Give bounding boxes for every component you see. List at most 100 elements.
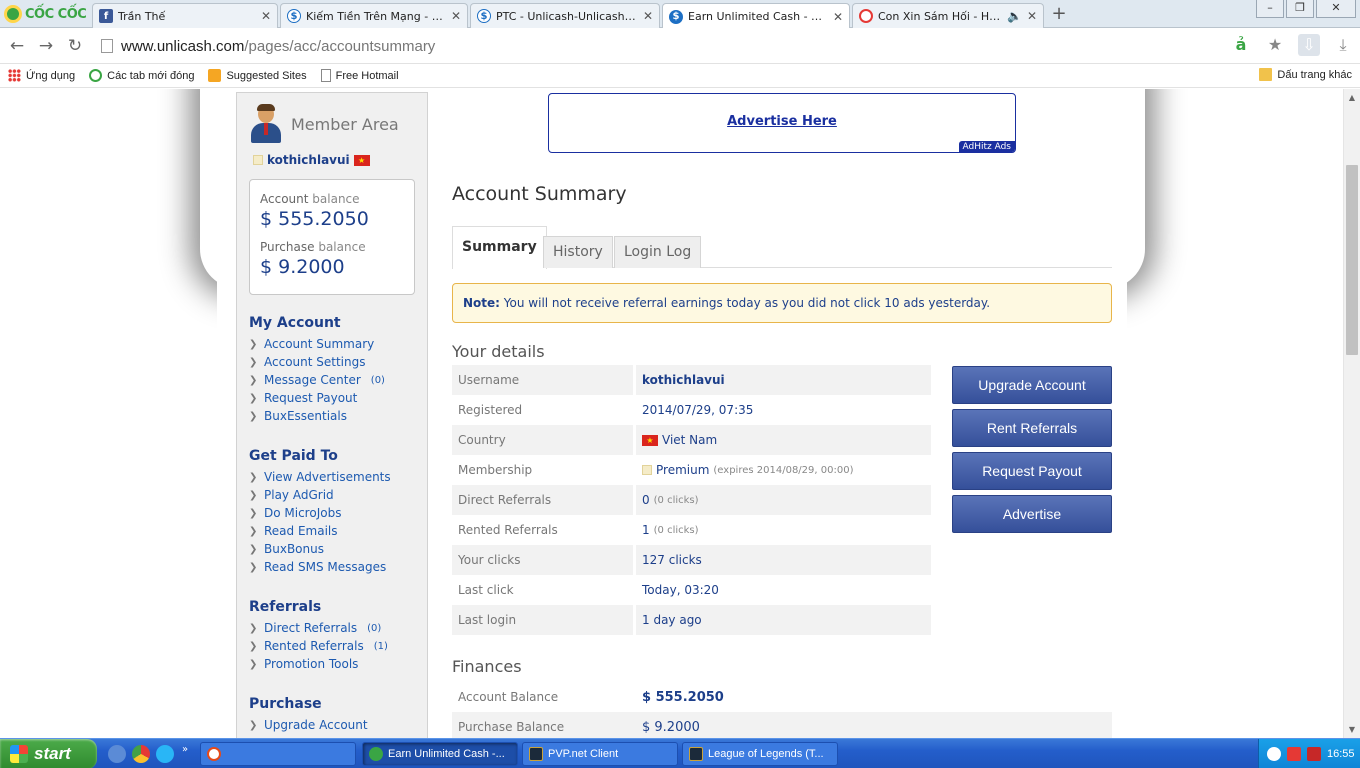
sidebar-item-buxbonus[interactable]: ❯ BuxBonus — [249, 540, 391, 558]
request-payout-button[interactable]: Request Payout — [952, 452, 1112, 490]
close-tab-icon[interactable]: ✕ — [643, 9, 653, 23]
network-icon[interactable] — [1287, 747, 1301, 761]
advertise-here-link[interactable]: Advertise Here — [549, 114, 1015, 129]
sidebar-item-buxessentials[interactable]: ❯ BuxEssentials — [249, 407, 385, 425]
scroll-up-icon[interactable]: ▲ — [1344, 89, 1360, 106]
account-balance-value: $ 555.2050 — [260, 208, 369, 230]
bookmark-recent-tabs[interactable]: Các tab mới đóng — [89, 69, 194, 82]
taskbar-item-earn-unlimited-cash[interactable]: Earn Unlimited Cash -... — [362, 742, 518, 766]
page-scrollbar[interactable]: ▲ ▼ — [1343, 89, 1360, 738]
close-window-button[interactable]: ✕ — [1316, 0, 1356, 18]
browser-brand: CỐC CỐC — [25, 6, 87, 22]
quicklaunch-more-icon[interactable]: » — [182, 744, 188, 755]
row-label: Country — [452, 425, 636, 455]
membership-link[interactable]: Premium — [656, 463, 709, 477]
row-value: $ 555.2050 — [642, 689, 724, 705]
tab-title: Trần Thế — [118, 9, 166, 23]
close-tab-icon[interactable]: ✕ — [451, 9, 461, 23]
minimize-button[interactable]: – — [1256, 0, 1284, 18]
antivirus-icon[interactable] — [1307, 747, 1321, 761]
scroll-down-icon[interactable]: ▼ — [1344, 721, 1360, 738]
sidebar-item-rented-referrals[interactable]: ❯ Rented Referrals (1) — [249, 637, 388, 655]
chevron-right-icon: ❯ — [249, 392, 258, 404]
chrome-icon[interactable] — [132, 745, 150, 763]
close-tab-icon[interactable]: ✕ — [833, 10, 843, 24]
forward-button[interactable]: → — [35, 35, 57, 57]
bookmark-apps[interactable]: Ứng dụng — [8, 69, 75, 82]
new-tab-button[interactable]: + — [1046, 4, 1072, 24]
vietnamese-input-icon[interactable]: ả — [1230, 34, 1252, 56]
sidebar-item-direct-referrals[interactable]: ❯ Direct Referrals (0) — [249, 619, 388, 637]
clock[interactable]: 16:55 — [1327, 748, 1355, 760]
scroll-thumb[interactable] — [1346, 165, 1358, 355]
browser-tab-5[interactable]: Con Xin Sám Hối - Hồ Qua 🔈 ✕ — [852, 3, 1044, 28]
taskbar-item-pvp-client[interactable]: PVP.net Client — [522, 742, 678, 766]
media-download-icon[interactable]: ⇩ — [1298, 34, 1320, 56]
browser-tab-3[interactable]: $ PTC - Unlicash-Unlicash.com, ✕ — [470, 3, 660, 28]
back-button[interactable]: ← — [6, 35, 28, 57]
tab-history[interactable]: History — [543, 236, 613, 268]
bookmark-suggested-sites[interactable]: Suggested Sites — [208, 69, 307, 82]
chevron-right-icon: ❯ — [249, 719, 258, 731]
show-desktop-icon[interactable] — [108, 745, 126, 763]
chevron-right-icon: ❯ — [249, 561, 258, 573]
row-value: 127 clicks — [642, 553, 702, 567]
other-bookmarks[interactable]: Dấu trang khác — [1259, 68, 1352, 81]
adhitz-ads-tag[interactable]: AdHitz Ads — [958, 141, 1015, 152]
sidebar-item-message-center[interactable]: ❯ Message Center (0) — [249, 371, 385, 389]
direct-referrals-link[interactable]: 0 — [642, 493, 650, 507]
tab-summary[interactable]: Summary — [452, 226, 547, 269]
bookmark-free-hotmail[interactable]: Free Hotmail — [320, 69, 399, 82]
table-row: Your clicks 127 clicks — [452, 545, 931, 575]
restore-button[interactable]: ❐ — [1286, 0, 1314, 18]
url-field[interactable]: www.unlicash.com /pages/acc/accountsumma… — [95, 32, 1285, 60]
tray-arrow-icon[interactable] — [1267, 747, 1281, 761]
sidebar-item-promotion-tools[interactable]: ❯ Promotion Tools — [249, 655, 388, 673]
sidebar-item-microjobs[interactable]: ❯ Do MicroJobs — [249, 504, 391, 522]
suggested-sites-icon — [208, 69, 222, 82]
table-row: Membership Premium (expires 2014/08/29, 0… — [452, 455, 931, 485]
advertise-button[interactable]: Advertise — [952, 495, 1112, 533]
league-icon — [689, 747, 703, 761]
windows-taskbar: start » Earn Unlimited Cash -... PVP.net… — [0, 738, 1360, 768]
browser-logo[interactable]: CỐC CỐC — [0, 0, 90, 28]
chevron-right-icon: ❯ — [249, 507, 258, 519]
internet-explorer-icon[interactable] — [156, 745, 174, 763]
close-tab-icon[interactable]: ✕ — [261, 9, 271, 23]
sidebar-item-request-payout[interactable]: ❯ Request Payout — [249, 389, 385, 407]
username-link[interactable]: kothichlavui — [267, 153, 350, 167]
taskbar-item-league-of-legends[interactable]: League of Legends (T... — [682, 742, 838, 766]
referral-note: Note: You will not receive referral earn… — [452, 283, 1112, 323]
rented-referrals-link[interactable]: 1 — [642, 523, 650, 537]
summary-tabs: Summary History Login Log — [452, 226, 1112, 269]
table-row: Direct Referrals 0 (0 clicks) — [452, 485, 931, 515]
rent-referrals-button[interactable]: Rent Referrals — [952, 409, 1112, 447]
browser-tab-2[interactable]: $ Kiếm Tiền Trên Mạng - Make ✕ — [280, 3, 468, 28]
member-sidebar: Member Area kothichlavui ★ Account balan… — [236, 92, 428, 738]
sidebar-item-upgrade-account[interactable]: ❯ Upgrade Account — [249, 716, 368, 734]
download-icon[interactable]: ⤓ — [1332, 34, 1354, 56]
sidebar-item-read-sms[interactable]: ❯ Read SMS Messages — [249, 558, 391, 576]
tab-login-log[interactable]: Login Log — [614, 236, 702, 268]
sidebar-heading: Purchase — [249, 696, 322, 712]
sidebar-item-view-ads[interactable]: ❯ View Advertisements — [249, 468, 391, 486]
windows-flag-icon — [10, 745, 28, 763]
start-button[interactable]: start — [0, 739, 97, 768]
row-value: 2014/07/29, 07:35 — [642, 403, 754, 417]
sidebar-item-account-settings[interactable]: ❯ Account Settings — [249, 353, 385, 371]
sidebar-item-read-emails[interactable]: ❯ Read Emails — [249, 522, 391, 540]
bookmark-label: Free Hotmail — [335, 69, 399, 82]
membership-badge-icon — [642, 465, 652, 475]
sidebar-item-play-adgrid[interactable]: ❯ Play AdGrid — [249, 486, 391, 504]
sidebar-item-account-summary[interactable]: ❯ Account Summary — [249, 335, 385, 353]
taskbar-item-coccoc[interactable] — [200, 742, 356, 766]
account-balance-label: Account balance — [260, 192, 360, 206]
close-tab-icon[interactable]: ✕ — [1027, 9, 1037, 23]
browser-tab-1[interactable]: f Trần Thế ✕ — [92, 3, 278, 28]
browser-tab-active[interactable]: $ Earn Unlimited Cash - Earn , ✕ — [662, 3, 850, 29]
upgrade-account-button[interactable]: Upgrade Account — [952, 366, 1112, 404]
row-value: 0 (0 clicks) — [642, 493, 699, 507]
reload-button[interactable]: ↻ — [64, 35, 86, 57]
chevron-right-icon: ❯ — [249, 622, 258, 634]
bookmark-star-icon[interactable]: ★ — [1264, 34, 1286, 56]
